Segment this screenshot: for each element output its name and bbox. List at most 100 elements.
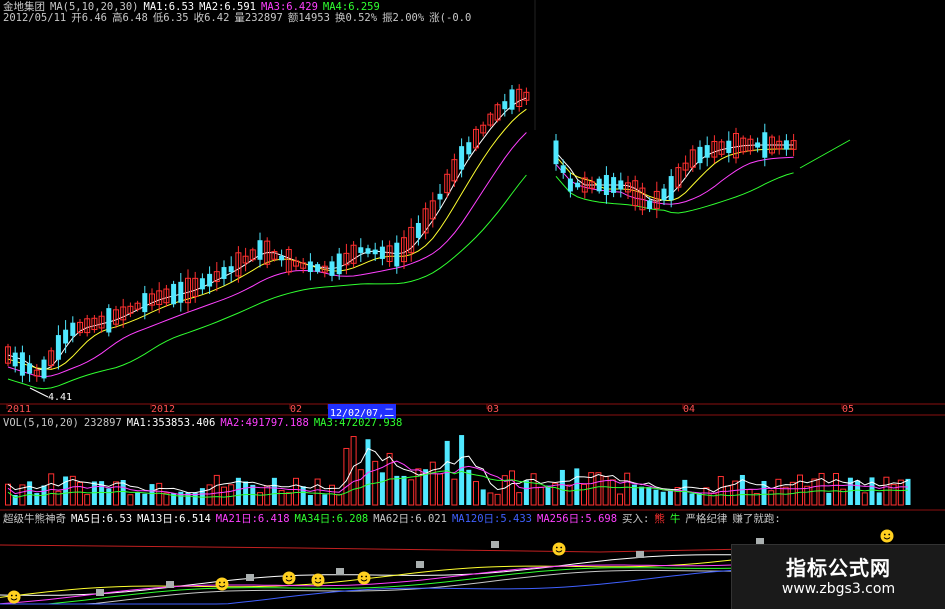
- smiley-face: [215, 577, 229, 591]
- ind-bear: 熊: [654, 513, 665, 525]
- candle-body-down: [502, 101, 508, 110]
- candle-body-down: [41, 359, 47, 379]
- volume-bar-up: [883, 476, 890, 506]
- indicator-marker: [166, 581, 174, 588]
- volume-bar-up: [566, 484, 573, 506]
- volume-bar-down: [545, 485, 551, 505]
- volume-bar-up: [314, 478, 321, 506]
- volume-bar-down: [300, 486, 306, 505]
- watermark-title: 指标公式网: [786, 556, 891, 580]
- indicator-marker: [336, 568, 344, 575]
- volume-bar-up: [336, 494, 343, 506]
- candle-body-down: [596, 178, 602, 192]
- volume-bar-down: [106, 488, 112, 505]
- ind-profit: 赚了就跑:: [732, 513, 781, 525]
- candle-body-down: [19, 352, 25, 376]
- candle-body-down: [171, 283, 177, 305]
- volume-bar-up: [833, 473, 839, 506]
- ind-ma13: MA13日:6.514: [137, 513, 211, 525]
- ind-buy: 买入:: [622, 513, 650, 525]
- volume-bar-down: [559, 469, 565, 505]
- ma1-line: [7, 97, 527, 371]
- smiley-eye: [365, 575, 368, 578]
- smiley-face: [552, 542, 566, 556]
- volume-bar-up: [77, 481, 83, 506]
- candle-body-down: [358, 247, 364, 253]
- volume-bar-up: [710, 492, 717, 506]
- candle-body-down: [70, 322, 76, 336]
- indicator-name: 超级牛熊神奇: [3, 513, 66, 525]
- smiley-eye: [15, 594, 18, 597]
- volume-bar-down: [27, 481, 33, 505]
- volume-bar-up: [429, 461, 436, 506]
- volume-bar-down: [149, 484, 155, 505]
- axis-label-2011: 2011: [7, 404, 32, 415]
- candle-body-down: [394, 242, 400, 267]
- vol-ma3-line: [7, 470, 909, 499]
- candle-body-down: [567, 178, 573, 192]
- ind-ma62: MA62日:6.021: [373, 513, 447, 525]
- volume-bar-down: [322, 494, 328, 505]
- volume-bar-up: [69, 475, 76, 506]
- candle-body-down: [459, 146, 465, 170]
- volume-bar-up: [552, 482, 559, 506]
- volume-bar-down: [660, 491, 666, 505]
- volume-bar-up: [516, 492, 523, 506]
- candle-body-down: [783, 140, 789, 150]
- time-axis-ticks: [6, 404, 843, 409]
- candle-body-down: [336, 253, 342, 275]
- volume-bar-up: [775, 478, 782, 506]
- volume-bar-down: [135, 492, 141, 505]
- volume-bar-down: [34, 493, 40, 505]
- candle-body-down: [12, 352, 18, 367]
- volume-bar-down: [523, 480, 529, 505]
- candle-body-down: [647, 200, 653, 209]
- smiley-eye: [285, 575, 288, 578]
- volume-bar-down: [689, 493, 695, 505]
- smiley-eye: [10, 594, 13, 597]
- candle-body-down: [228, 266, 234, 273]
- volume-bar-up: [494, 493, 501, 506]
- axis-label-03: 03: [487, 404, 500, 415]
- volume-bar-down: [905, 478, 911, 505]
- candle-body-down: [668, 176, 674, 201]
- candle-body-down: [27, 363, 33, 374]
- candle-body-down: [509, 89, 515, 110]
- candle-body-down: [315, 264, 321, 272]
- candle-body-down: [726, 140, 732, 154]
- volume-bar-up: [127, 494, 134, 506]
- indicator-header: 超级牛熊神奇 MA5日:6.53 MA13日:6.514 MA21日:6.418 MA3…: [3, 513, 786, 526]
- candle-body-down: [221, 267, 227, 279]
- smiley-face: [357, 571, 371, 585]
- vol-params: VOL(5,10,20): [3, 417, 79, 429]
- smiley-face: [311, 573, 325, 587]
- volume-bar-down: [401, 475, 407, 505]
- smiley-eye: [223, 581, 226, 584]
- low-marker-leader: [29, 387, 49, 398]
- smiley-icon: [282, 571, 296, 585]
- low-price-marker: 4.41: [48, 392, 73, 403]
- candle-body-down: [207, 273, 213, 287]
- volume-bar-up: [408, 479, 415, 506]
- smiley-icon: [215, 577, 229, 591]
- ind-ma256: MA256日:5.698: [537, 513, 618, 525]
- volume-bar-up: [293, 477, 299, 506]
- candle-body-down: [697, 146, 703, 164]
- volume-bar-up: [213, 474, 220, 506]
- volume-bar-down: [142, 493, 148, 505]
- candle-body-down: [329, 261, 335, 276]
- volume-bar-up: [768, 490, 775, 506]
- candle-body-down: [279, 255, 285, 261]
- ind-discipline: 严格纪律: [685, 513, 728, 525]
- axis-label-02: 02: [290, 404, 303, 415]
- volume-bar-up: [437, 473, 443, 506]
- volume-bar-up: [487, 492, 494, 506]
- volume-bar-down: [653, 489, 659, 505]
- volume-bar-down: [307, 494, 313, 505]
- candle-body-down: [466, 142, 472, 155]
- smiley-eye: [314, 577, 317, 580]
- volume-bar-up: [609, 479, 616, 506]
- candle-body-down: [142, 293, 148, 313]
- candle-body-down: [755, 142, 761, 148]
- candle-body-down: [661, 188, 667, 201]
